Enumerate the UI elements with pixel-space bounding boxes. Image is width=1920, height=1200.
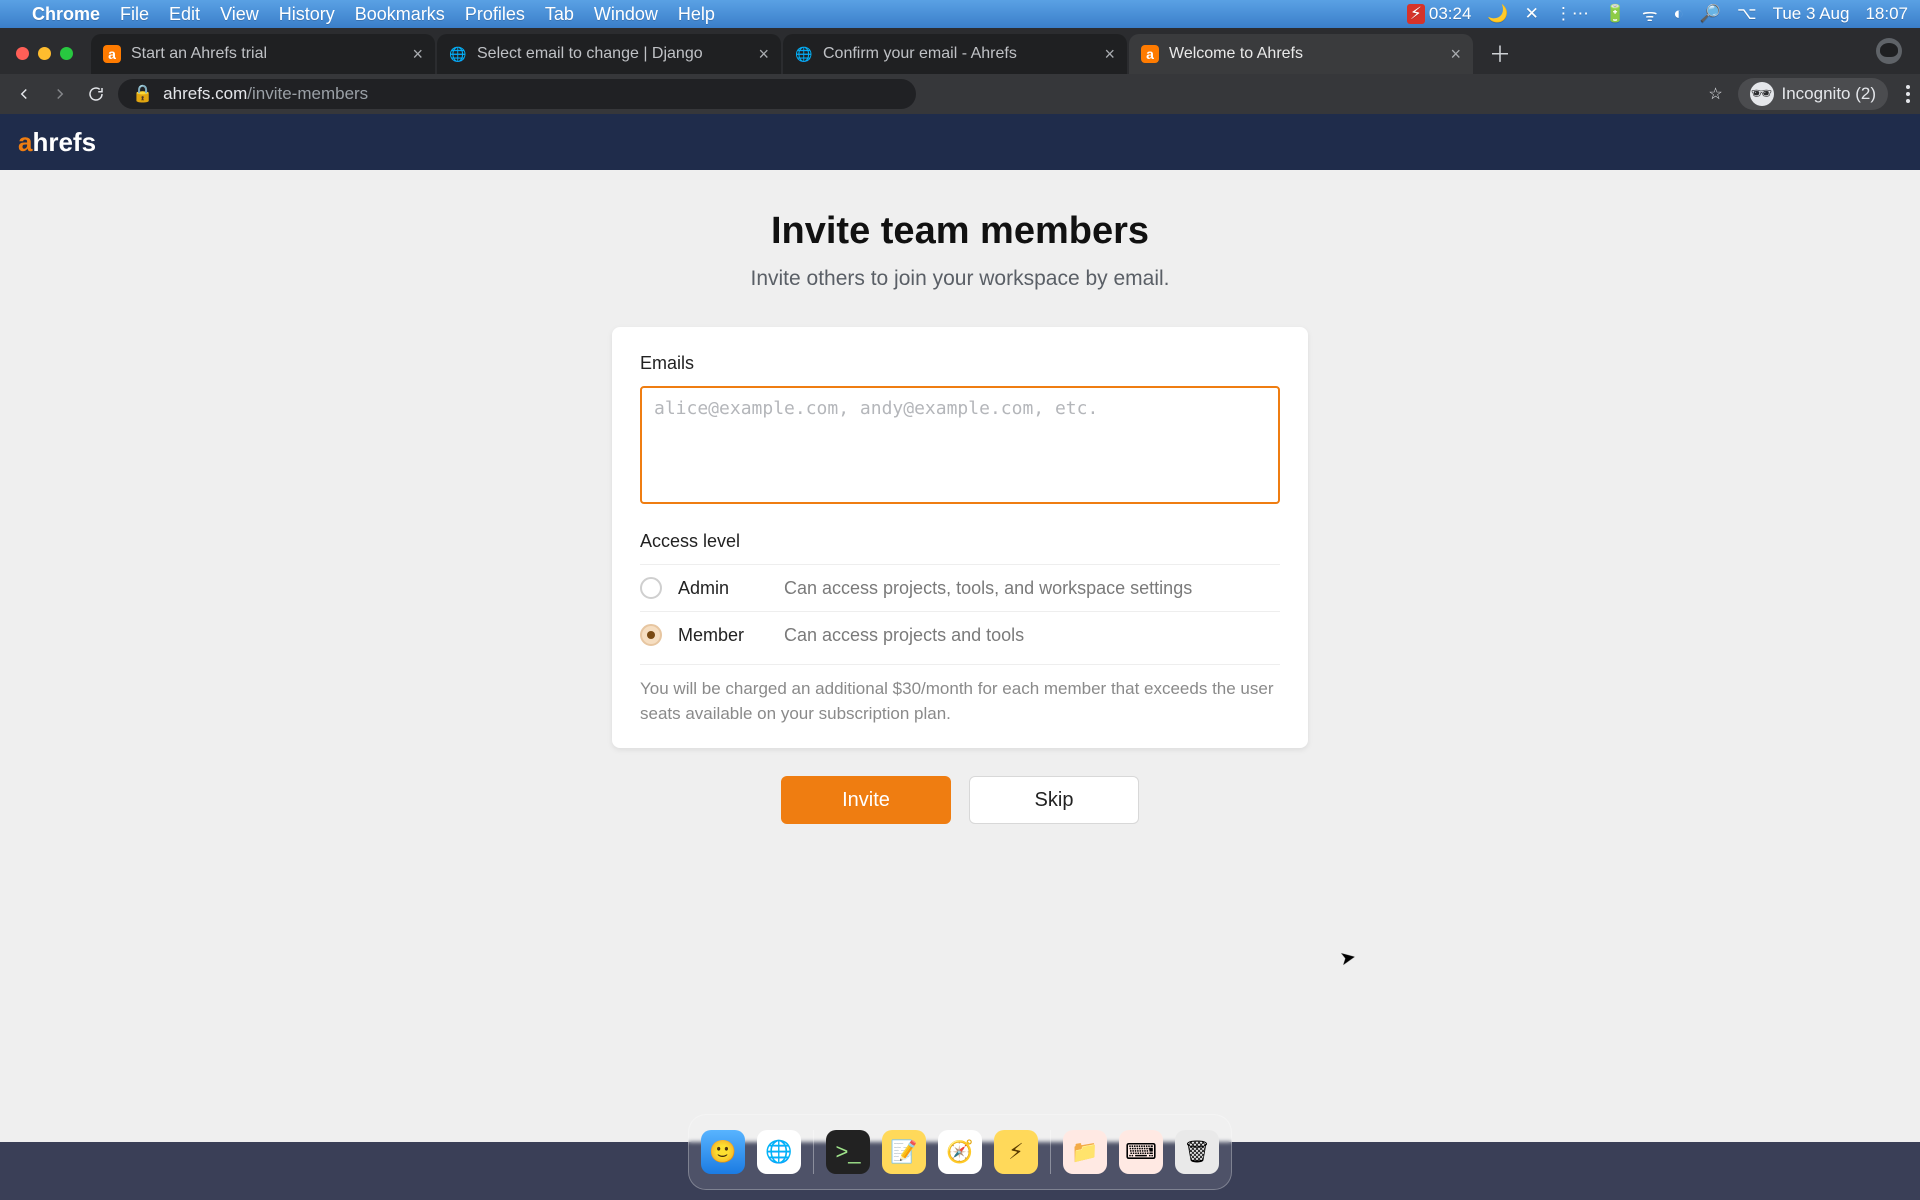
tab-title: Start an Ahrefs trial xyxy=(131,45,402,63)
incognito-label: Incognito (2) xyxy=(1782,84,1877,104)
access-level-label: Access level xyxy=(640,531,1280,552)
page-title: Invite team members xyxy=(0,210,1920,253)
chrome-tabstrip: a Start an Ahrefs trial × 🌐 Select email… xyxy=(0,28,1920,74)
close-window-icon[interactable] xyxy=(16,47,29,60)
menubar-date[interactable]: Tue 3 Aug xyxy=(1773,4,1850,24)
nav-forward-button[interactable] xyxy=(46,80,74,108)
zoom-window-icon[interactable] xyxy=(60,47,73,60)
omnibox[interactable]: 🔒 ahrefs.com/invite-members xyxy=(118,79,916,109)
user-switch-icon[interactable]: ◐ xyxy=(1674,4,1684,24)
access-option-member[interactable]: Member Can access projects and tools xyxy=(640,611,1280,658)
nav-reload-button[interactable] xyxy=(82,80,110,108)
favicon-ahrefs-icon: a xyxy=(1141,45,1159,63)
menu-file[interactable]: File xyxy=(120,4,149,25)
emails-label: Emails xyxy=(640,353,1280,374)
macos-menubar: Chrome File Edit View History Bookmarks … xyxy=(0,0,1920,28)
brand-logo[interactable]: ahrefs xyxy=(18,127,96,158)
menu-bookmarks[interactable]: Bookmarks xyxy=(355,4,445,25)
page-viewport: ahrefs Invite team members Invite others… xyxy=(0,114,1920,1142)
dock-app-finder[interactable]: 🙂 xyxy=(701,1130,745,1174)
dots-status-icon[interactable]: ⋮⋯ xyxy=(1555,4,1589,24)
page-subtitle: Invite others to join your workspace by … xyxy=(0,267,1920,291)
minimize-window-icon[interactable] xyxy=(38,47,51,60)
menu-help[interactable]: Help xyxy=(678,4,715,25)
do-not-disturb-icon[interactable]: 🌙 xyxy=(1487,4,1508,24)
app-top-bar: ahrefs xyxy=(0,114,1920,170)
dock-app-notes[interactable]: 📝 xyxy=(882,1130,926,1174)
radio-icon-selected[interactable] xyxy=(640,624,662,646)
incognito-chip[interactable]: 🕶 Incognito (2) xyxy=(1738,78,1889,110)
invite-card: Emails Access level Admin Can access pro… xyxy=(612,327,1308,748)
bolt-icon: ⚡︎ xyxy=(1407,4,1425,24)
chrome-window: a Start an Ahrefs trial × 🌐 Select email… xyxy=(0,28,1920,1142)
menubar-time[interactable]: 18:07 xyxy=(1865,4,1908,24)
dock-app-safari[interactable]: 🧭 xyxy=(938,1130,982,1174)
close-tab-icon[interactable]: × xyxy=(1450,44,1461,65)
brand-a: a xyxy=(18,127,32,157)
access-option-desc: Can access projects, tools, and workspac… xyxy=(784,578,1192,599)
favicon-globe-icon: 🌐 xyxy=(449,45,467,63)
spotlight-icon[interactable]: 🔎 xyxy=(1700,4,1721,24)
close-tab-icon[interactable]: × xyxy=(758,44,769,65)
control-center-icon[interactable]: ⌥ xyxy=(1737,4,1757,24)
invite-button[interactable]: Invite xyxy=(781,776,951,824)
dock-separator xyxy=(813,1130,814,1174)
menu-tab[interactable]: Tab xyxy=(545,4,574,25)
tab-1[interactable]: 🌐 Select email to change | Django × xyxy=(437,34,781,74)
screen-timer[interactable]: ⚡︎ 03:24 xyxy=(1407,4,1471,24)
favicon-ahrefs-icon: a xyxy=(103,45,121,63)
menu-profiles[interactable]: Profiles xyxy=(465,4,525,25)
dock-app-chrome[interactable]: 🌐 xyxy=(757,1130,801,1174)
chrome-menu-button[interactable] xyxy=(1906,85,1910,103)
access-option-desc: Can access projects and tools xyxy=(784,625,1024,646)
tab-0[interactable]: a Start an Ahrefs trial × xyxy=(91,34,435,74)
incognito-icon: 🕶 xyxy=(1750,82,1774,106)
tab-title: Select email to change | Django xyxy=(477,45,748,63)
omnibox-path: /invite-members xyxy=(247,84,368,103)
page-body: Invite team members Invite others to joi… xyxy=(0,170,1920,1142)
menu-history[interactable]: History xyxy=(279,4,335,25)
menu-window[interactable]: Window xyxy=(594,4,658,25)
chrome-toolbar: 🔒 ahrefs.com/invite-members ☆ 🕶 Incognit… xyxy=(0,74,1920,114)
emails-input[interactable] xyxy=(640,386,1280,504)
tab-2[interactable]: 🌐 Confirm your email - Ahrefs × xyxy=(783,34,1127,74)
dock-app-trash[interactable]: 🗑 xyxy=(1175,1130,1219,1174)
brand-rest: hrefs xyxy=(32,127,96,157)
bookmark-star-icon[interactable]: ☆ xyxy=(1702,80,1730,108)
close-tab-icon[interactable]: × xyxy=(412,44,423,65)
skip-button[interactable]: Skip xyxy=(969,776,1139,824)
nav-back-button[interactable] xyxy=(10,80,38,108)
dock-separator xyxy=(1050,1130,1051,1174)
menubar-status-area: ⚡︎ 03:24 🌙 ✕ ⋮⋯ 🔋 ᯤ ◐ 🔎 ⌥ Tue 3 Aug 18:0… xyxy=(1407,3,1908,26)
close-tab-icon[interactable]: × xyxy=(1104,44,1115,65)
lock-icon: 🔒 xyxy=(132,84,153,104)
tab-3-active[interactable]: a Welcome to Ahrefs × xyxy=(1129,34,1473,74)
pricing-fineprint: You will be charged an additional $30/mo… xyxy=(640,664,1280,726)
incognito-indicator-icon[interactable] xyxy=(1876,38,1902,64)
access-option-name: Member xyxy=(678,625,768,646)
form-actions: Invite Skip xyxy=(0,776,1920,824)
wifi-icon[interactable]: ᯤ xyxy=(1642,3,1658,26)
screen-timer-value: 03:24 xyxy=(1429,4,1472,24)
window-traffic-lights[interactable] xyxy=(16,47,73,60)
favicon-globe-icon: 🌐 xyxy=(795,45,813,63)
dock-app-quickaction[interactable]: ⚡︎ xyxy=(994,1130,1038,1174)
battery-icon[interactable]: 🔋 xyxy=(1605,4,1626,24)
radio-icon[interactable] xyxy=(640,577,662,599)
omnibox-url: ahrefs.com/invite-members xyxy=(163,84,368,104)
new-tab-button[interactable]: ＋ xyxy=(1485,38,1515,68)
tab-title: Confirm your email - Ahrefs xyxy=(823,45,1094,63)
dock-app-folder[interactable]: 📁 xyxy=(1063,1130,1107,1174)
ethernet-icon[interactable]: ✕ xyxy=(1525,4,1539,24)
active-app[interactable]: Chrome xyxy=(32,4,100,25)
macos-dock[interactable]: 🙂 🌐 >_ 📝 🧭 ⚡︎ 📁 ⌨︎ 🗑 xyxy=(688,1114,1232,1190)
menu-view[interactable]: View xyxy=(220,4,259,25)
access-option-name: Admin xyxy=(678,578,768,599)
menu-edit[interactable]: Edit xyxy=(169,4,200,25)
omnibox-host: ahrefs.com xyxy=(163,84,247,103)
dock-app-terminal[interactable]: >_ xyxy=(826,1130,870,1174)
dock-app-keyboard[interactable]: ⌨︎ xyxy=(1119,1130,1163,1174)
tab-title: Welcome to Ahrefs xyxy=(1169,45,1440,63)
access-option-admin[interactable]: Admin Can access projects, tools, and wo… xyxy=(640,564,1280,611)
